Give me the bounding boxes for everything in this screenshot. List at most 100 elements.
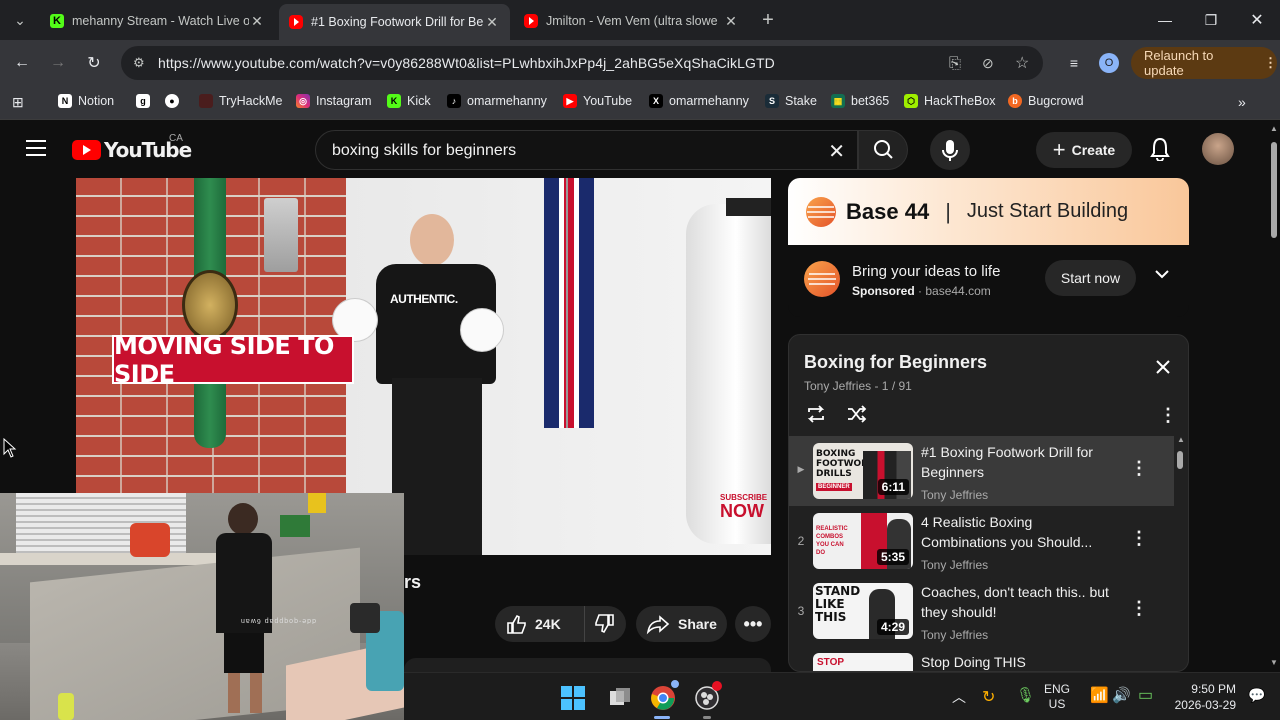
playlist-item[interactable]: ▶ BOXING FOOTWORK DRILLS BEGINNER 6:11 #…: [789, 436, 1174, 506]
bookmark-kick[interactable]: K Kick: [387, 94, 431, 108]
volume-icon[interactable]: 🔊: [1112, 686, 1131, 704]
scrollbar-thumb[interactable]: [1177, 451, 1183, 469]
share-button[interactable]: Share: [636, 606, 727, 642]
tab-kick-stream[interactable]: K mehanny Stream - Watch Live o ✕: [40, 6, 275, 36]
playlist-item[interactable]: STOP Stop Doing THIS: [789, 646, 1174, 671]
scroll-down-icon[interactable]: ▼: [1270, 658, 1278, 667]
recording-badge-icon: [712, 681, 722, 691]
url-text[interactable]: https://www.youtube.com/watch?v=v0y86288…: [158, 55, 775, 71]
minimize-button[interactable]: —: [1142, 0, 1188, 40]
avatar[interactable]: [1202, 133, 1234, 165]
start-now-button[interactable]: Start now: [1045, 260, 1136, 296]
page-scrollbar[interactable]: ▲ ▼: [1268, 120, 1280, 672]
bookmark-instagram[interactable]: ◎ Instagram: [296, 94, 372, 108]
playlist-title[interactable]: Boxing for Beginners: [804, 352, 987, 373]
bookmark-notion[interactable]: N Notion: [58, 94, 114, 108]
close-tab-icon[interactable]: ✕: [484, 14, 500, 31]
bookmark-stake[interactable]: S Stake: [765, 94, 817, 108]
bookmarks-bar: ⊞ N Notion g ● TryHackMe ◎ Instagram K Kick…: [0, 86, 1280, 120]
bookmark-x[interactable]: Xomarmehanny: [649, 94, 749, 108]
more-vert-icon[interactable]: ⋮: [1130, 598, 1148, 619]
tab-youtube-music[interactable]: Jmilton - Vem Vem (ultra slowe ✕: [514, 6, 749, 36]
notifications-icon[interactable]: [1149, 137, 1171, 167]
reload-button[interactable]: ↻: [80, 49, 108, 77]
profile-button[interactable]: O: [1095, 49, 1123, 77]
ad-banner[interactable]: Base 44 | Just Start Building: [788, 178, 1189, 245]
chevron-down-icon[interactable]: [1154, 266, 1170, 287]
close-playlist-icon[interactable]: [1155, 359, 1171, 380]
create-button[interactable]: + Create: [1036, 132, 1132, 168]
star-icon[interactable]: ☆: [1015, 53, 1029, 73]
shuffle-icon[interactable]: [845, 403, 867, 430]
address-bar[interactable]: ⚙ https://www.youtube.com/watch?v=v0y862…: [121, 46, 1043, 80]
menu-icon[interactable]: [26, 140, 46, 156]
bookmark-tiktok[interactable]: ♪ omarmehanny: [447, 94, 547, 108]
scrollbar-thumb[interactable]: [1271, 142, 1277, 238]
close-window-button[interactable]: ✕: [1234, 0, 1280, 40]
loop-icon[interactable]: [805, 403, 827, 430]
voice-search-button[interactable]: [930, 130, 970, 170]
language-indicator[interactable]: ENG US: [1044, 682, 1070, 712]
more-vert-icon[interactable]: ⋮: [1159, 405, 1177, 426]
avatar: O: [1099, 53, 1119, 73]
playlist-item[interactable]: 3 STAND LIKE THIS 4:29 Coaches, don't te…: [789, 576, 1174, 646]
battery-icon[interactable]: ▭: [1138, 685, 1153, 705]
close-tab-icon[interactable]: ✕: [249, 13, 265, 30]
bookmark-bugcrowd[interactable]: b Bugcrowd: [1008, 94, 1084, 108]
arrow-left-icon: ←: [14, 54, 30, 71]
bookmark-github[interactable]: ●: [165, 94, 185, 108]
clock[interactable]: 9:50 PM 2026-03-29: [1174, 681, 1236, 713]
search-input[interactable]: boxing skills for beginners ✕: [315, 130, 858, 170]
chevron-up-icon[interactable]: ︿: [952, 687, 966, 707]
more-vert-icon[interactable]: ⋮: [1130, 458, 1148, 479]
chrome-icon[interactable]: [650, 679, 680, 716]
more-bookmarks-icon[interactable]: »: [1238, 94, 1246, 110]
like-button[interactable]: 24K: [495, 606, 585, 642]
playlist-item[interactable]: 2 REALISTIC COMBOS YOU CAN DO 5:35 4 Rea…: [789, 506, 1174, 576]
close-tab-icon[interactable]: ✕: [723, 13, 739, 30]
microphone-icon[interactable]: 🎙: [1016, 686, 1035, 704]
scroll-up-icon[interactable]: ▲: [1270, 124, 1278, 133]
ad-domain: base44.com: [925, 284, 991, 298]
dislike-button[interactable]: [585, 613, 625, 635]
install-app-icon[interactable]: ⎘: [949, 55, 961, 72]
relaunch-button[interactable]: Relaunch to update ⋮: [1131, 47, 1277, 79]
more-actions-button[interactable]: •••: [735, 606, 771, 642]
forward-button[interactable]: →: [44, 49, 72, 77]
new-tab-button[interactable]: +: [754, 6, 782, 34]
subscribe-watermark[interactable]: SUBSCRIBE NOW: [720, 494, 767, 521]
notification-center-icon[interactable]: 💬: [1248, 687, 1265, 704]
media-controls-button[interactable]: ≡: [1060, 49, 1088, 77]
obs-icon[interactable]: [694, 681, 722, 716]
bookmark-g[interactable]: g: [136, 94, 156, 108]
update-icon[interactable]: ↻: [982, 687, 995, 707]
youtube-header: YouTube CA boxing skills for beginners ✕…: [0, 120, 1268, 178]
wifi-icon[interactable]: 📶: [1090, 686, 1109, 704]
site-info-icon[interactable]: ⚙: [133, 55, 145, 71]
eye-slash-icon[interactable]: ⊘: [982, 55, 994, 72]
search-query[interactable]: boxing skills for beginners: [332, 142, 516, 160]
sponsored-ad[interactable]: Base 44 | Just Start Building Bring your…: [788, 178, 1189, 317]
video-duration: 4:29: [876, 619, 909, 635]
more-vert-icon[interactable]: ⋮: [1130, 528, 1148, 549]
bookmark-tryhackme[interactable]: TryHackMe: [199, 94, 282, 108]
bookmark-hackthebox[interactable]: ⬡ HackTheBox: [904, 94, 996, 108]
playlist-scrollbar[interactable]: ▲: [1175, 435, 1185, 671]
restore-button[interactable]: ❐: [1188, 0, 1234, 40]
tab-youtube-boxing[interactable]: #1 Boxing Footwork Drill for Be ✕: [279, 4, 510, 40]
youtube-logo[interactable]: YouTube CA: [72, 133, 192, 162]
tab-search-button[interactable]: ⌄: [6, 6, 34, 34]
clear-search-icon[interactable]: ✕: [828, 139, 845, 164]
ad-headline[interactable]: Bring your ideas to life: [852, 263, 1000, 280]
bookmark-bet365[interactable]: ▦ bet365: [831, 94, 889, 108]
scroll-up-icon[interactable]: ▲: [1177, 435, 1185, 444]
overlay-caption: MOVING SIDE TO SIDE: [112, 332, 354, 388]
bookmark-youtube[interactable]: ▶ YouTube: [563, 94, 632, 108]
search-button[interactable]: [858, 130, 908, 170]
advertiser-avatar[interactable]: [804, 261, 840, 297]
apps-icon[interactable]: ⊞: [12, 94, 24, 111]
thumbs-down-icon: [595, 614, 614, 634]
windows-start-icon[interactable]: [561, 686, 585, 715]
back-button[interactable]: ←: [8, 49, 36, 77]
task-view-icon[interactable]: [609, 687, 631, 714]
